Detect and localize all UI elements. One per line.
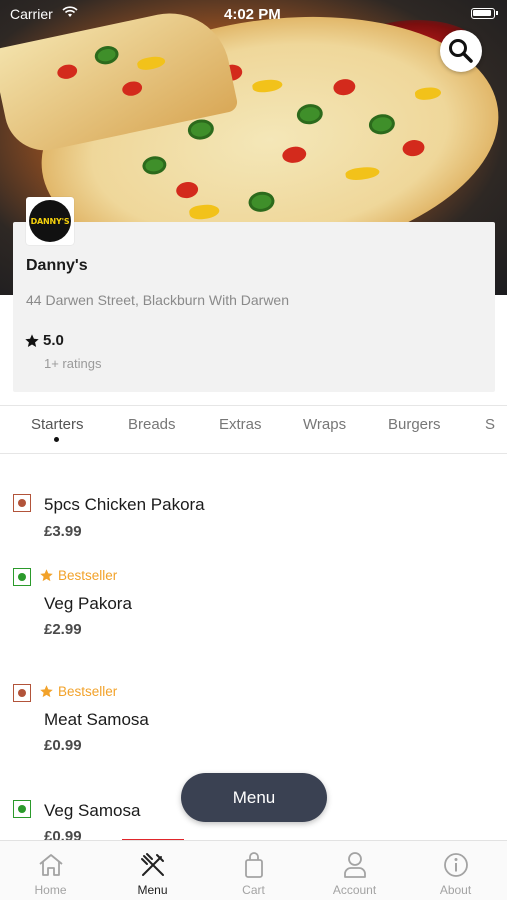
nav-account[interactable]: Account xyxy=(304,841,405,900)
bottom-navigation: Home Menu Cart Account About xyxy=(0,840,507,900)
star-icon xyxy=(40,569,53,582)
star-icon xyxy=(40,685,53,698)
tab-more[interactable]: S xyxy=(485,416,495,433)
nav-menu[interactable]: Menu xyxy=(102,841,203,900)
carrier-label: Carrier xyxy=(10,6,53,22)
bestseller-label: Bestseller xyxy=(58,568,118,583)
search-button[interactable] xyxy=(440,30,482,72)
restaurant-logo: DANNY'S xyxy=(26,197,74,245)
search-icon xyxy=(449,39,473,63)
restaurant-rating: 5.0 xyxy=(24,332,64,349)
item-price: £2.99 xyxy=(44,621,82,638)
restaurant-address: 44 Darwen Street, Blackburn With Darwen xyxy=(26,292,289,308)
tab-starters[interactable]: Starters xyxy=(31,416,84,433)
item-name: 5pcs Chicken Pakora xyxy=(44,495,205,514)
veg-icon xyxy=(13,568,31,586)
logo-text: DANNY'S xyxy=(30,216,70,226)
tab-breads[interactable]: Breads xyxy=(128,416,176,433)
rating-count: 1+ ratings xyxy=(44,356,102,371)
status-time: 4:02 PM xyxy=(224,6,281,23)
nav-menu-label: Menu xyxy=(137,883,168,897)
non-veg-icon xyxy=(13,494,31,512)
tab-burgers[interactable]: Burgers xyxy=(388,416,441,433)
restaurant-name: Danny's xyxy=(26,257,88,274)
nav-about[interactable]: About xyxy=(405,841,506,900)
status-bar: Carrier 4:02 PM xyxy=(0,4,507,26)
item-price: £3.99 xyxy=(44,523,82,540)
home-icon xyxy=(38,854,63,876)
item-name: Meat Samosa xyxy=(44,710,149,729)
nav-cart[interactable]: Cart xyxy=(203,841,304,900)
bestseller-badge: Bestseller xyxy=(39,568,117,583)
nav-cart-label: Cart xyxy=(242,883,265,897)
battery-icon xyxy=(471,8,498,19)
active-tab-indicator xyxy=(54,437,59,442)
star-icon xyxy=(25,333,39,347)
tab-extras[interactable]: Extras xyxy=(219,416,262,433)
non-veg-icon xyxy=(13,684,31,702)
veg-icon xyxy=(13,800,31,818)
nav-about-label: About xyxy=(439,883,472,897)
wifi-icon xyxy=(62,6,78,17)
nav-home[interactable]: Home xyxy=(0,841,101,900)
tab-wraps[interactable]: Wraps xyxy=(303,416,346,433)
fork-knife-icon xyxy=(140,853,164,876)
item-name: Veg Pakora xyxy=(44,594,132,613)
menu-floating-button[interactable]: Menu xyxy=(181,773,327,822)
bestseller-label: Bestseller xyxy=(58,684,118,699)
item-price: £0.99 xyxy=(44,737,82,754)
nav-account-label: Account xyxy=(332,883,377,897)
info-icon xyxy=(443,853,468,877)
bestseller-badge: Bestseller xyxy=(39,684,117,699)
item-name: Veg Samosa xyxy=(44,801,141,820)
user-icon xyxy=(343,852,366,878)
nav-home-label: Home xyxy=(34,883,67,897)
shopping-bag-icon xyxy=(244,852,263,878)
rating-value: 5.0 xyxy=(43,332,64,349)
category-tabs: Starters Breads Extras Wraps Burgers S xyxy=(0,405,507,454)
